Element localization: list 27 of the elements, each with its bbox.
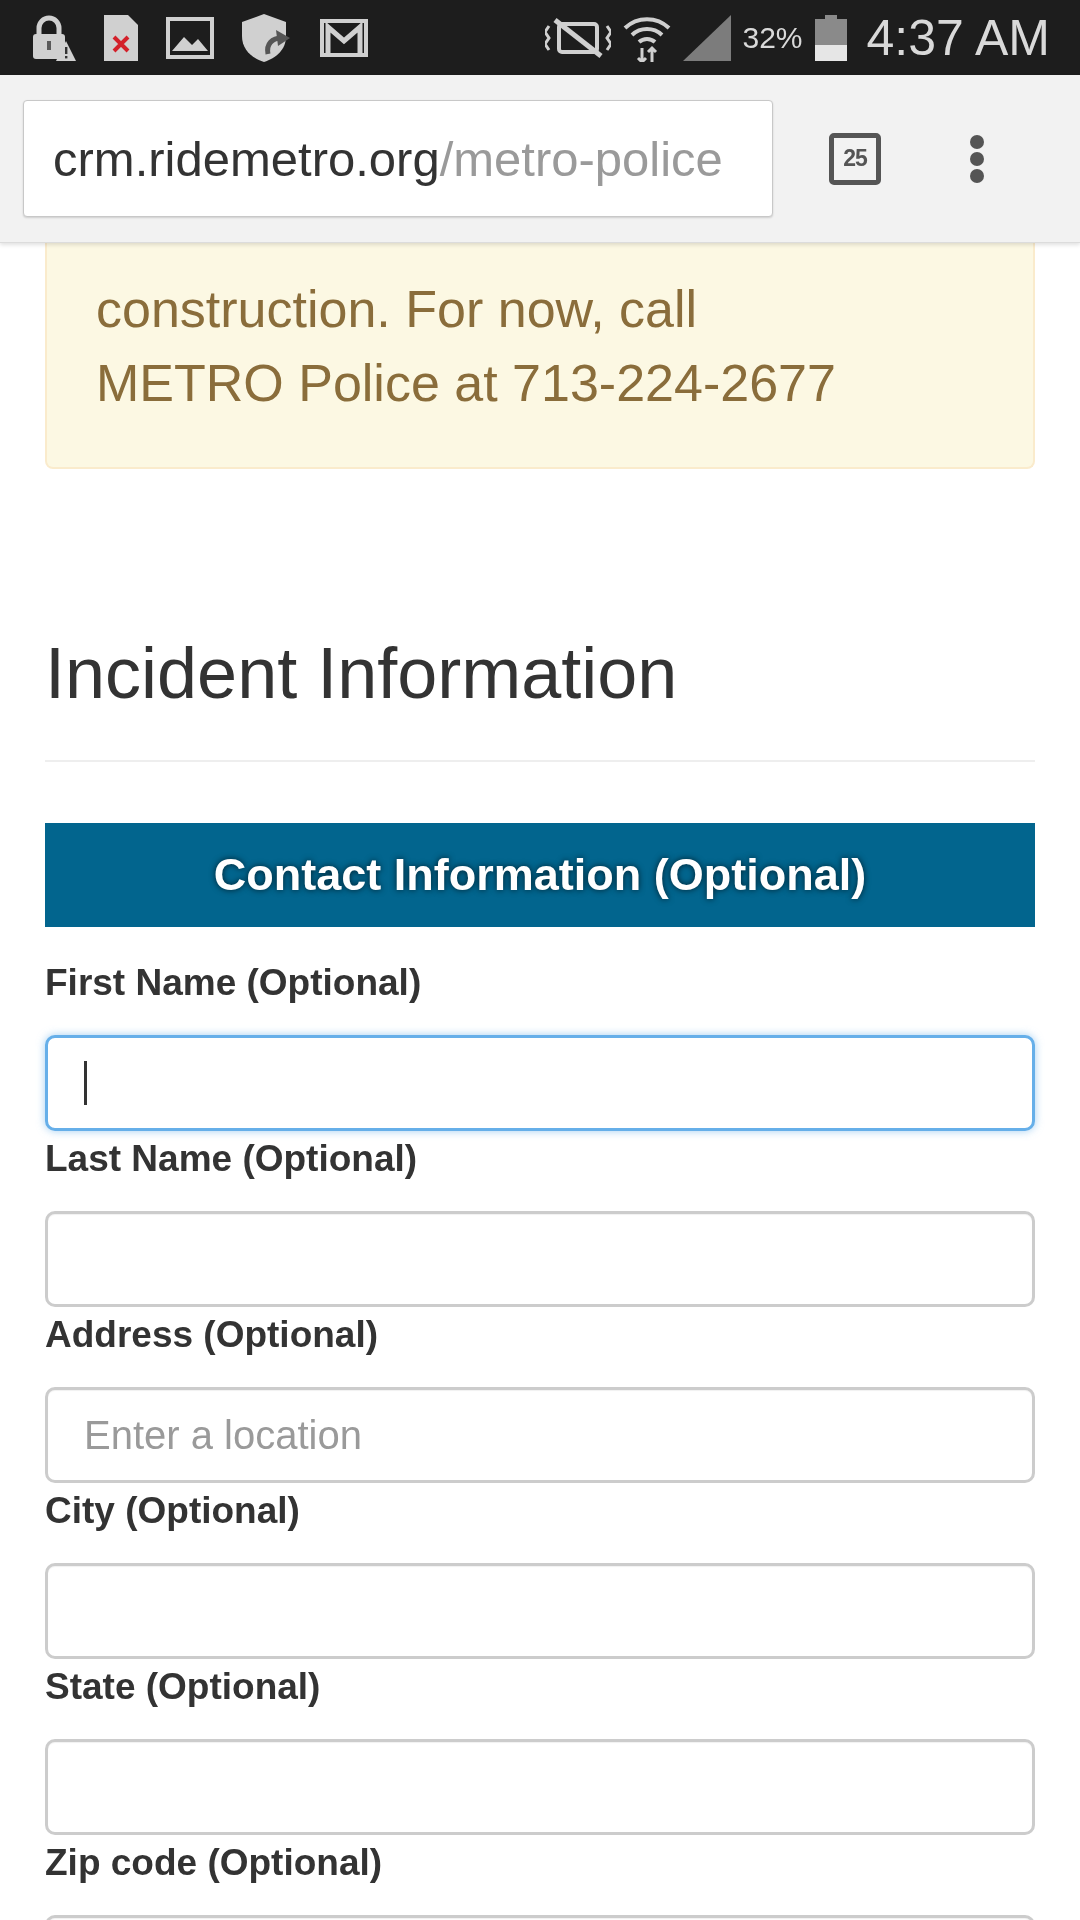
field-label: First Name (Optional) [45,961,422,1005]
mute-icon [544,17,611,58]
field-label: State (Optional) [45,1665,321,1709]
signal-icon [682,14,731,61]
battery-icon [814,14,847,61]
clock-time: 4:37 AM [866,12,1050,63]
input-field[interactable] [45,1563,1035,1659]
battery-percentage: 32% [742,22,803,53]
field-label: City (Optional) [45,1489,300,1533]
mail-icon [320,18,368,57]
shield-icon [242,13,292,62]
field-label: Last Name (Optional) [45,1137,418,1181]
field-label: Zip code (Optional) [45,1841,383,1885]
image-icon [166,16,214,59]
url-field[interactable]: crm.ridemetro.org/metro-police [23,100,773,217]
text-cursor-icon [84,1061,87,1105]
sim-card-icon [104,14,138,61]
section-heading: Incident Information [45,633,678,713]
notice-text: construction. For now, call METRO Police at 713-224-2677 [96,279,837,414]
input-field[interactable] [45,1739,1035,1835]
more-options-icon[interactable] [969,133,985,184]
field-label: Address (Optional) [45,1313,379,1357]
input-field[interactable] [45,1211,1035,1307]
section-banner: Contact Information (Optional) [45,823,1035,927]
lock-warning-icon [30,14,76,61]
tab-switcher-button[interactable]: 25 [829,132,881,185]
input-field[interactable] [45,1035,1035,1131]
